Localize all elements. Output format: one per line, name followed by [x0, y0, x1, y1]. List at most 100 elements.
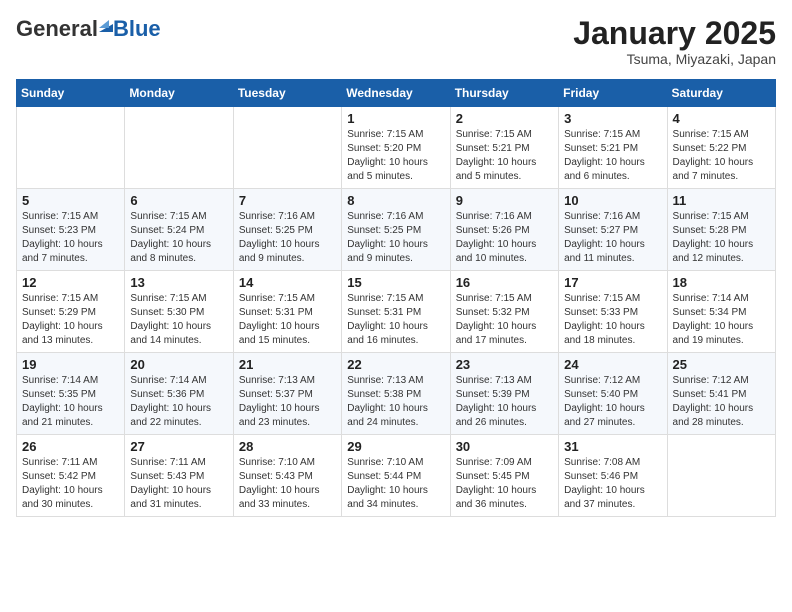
day-number: 17	[564, 275, 661, 290]
weekday-header: Friday	[559, 80, 667, 107]
day-number: 26	[22, 439, 119, 454]
calendar-day-cell: 9 Sunrise: 7:16 AM Sunset: 5:26 PM Daylig…	[450, 189, 558, 271]
calendar-day-cell	[667, 435, 775, 517]
day-info: Sunrise: 7:15 AM Sunset: 5:30 PM Dayligh…	[130, 292, 227, 348]
day-number: 13	[130, 275, 227, 290]
day-info: Sunrise: 7:15 AM Sunset: 5:33 PM Dayligh…	[564, 292, 661, 348]
day-info: Sunrise: 7:15 AM Sunset: 5:32 PM Dayligh…	[456, 292, 553, 348]
day-info: Sunrise: 7:15 AM Sunset: 5:24 PM Dayligh…	[130, 210, 227, 266]
logo-text: General Blue	[16, 16, 161, 42]
calendar-day-cell: 25Sunrise: 7:12 AM Sunset: 5:41 PM Dayli…	[667, 353, 775, 435]
calendar-day-cell: 10 Sunrise: 7:16 AM Sunset: 5:27 PM Dayli…	[559, 189, 667, 271]
calendar-week-row: 26 Sunrise: 7:11 AM Sunset: 5:42 PM Dayli…	[17, 435, 776, 517]
calendar-day-cell: 15Sunrise: 7:15 AM Sunset: 5:31 PM Dayli…	[342, 271, 450, 353]
logo-general: General	[16, 16, 98, 42]
day-number: 15	[347, 275, 444, 290]
day-info: Sunrise: 7:13 AM Sunset: 5:39 PM Dayligh…	[456, 374, 553, 430]
location: Tsuma, Miyazaki, Japan	[573, 51, 776, 67]
logo-blue: Blue	[113, 16, 161, 42]
day-info: Sunrise: 7:16 AM Sunset: 5:25 PM Dayligh…	[347, 210, 444, 266]
day-info: Sunrise: 7:13 AM Sunset: 5:38 PM Dayligh…	[347, 374, 444, 430]
day-number: 31	[564, 439, 661, 454]
calendar-day-cell: 21Sunrise: 7:13 AM Sunset: 5:37 PM Dayli…	[233, 353, 341, 435]
day-info: Sunrise: 7:10 AM Sunset: 5:44 PM Dayligh…	[347, 456, 444, 512]
day-info: Sunrise: 7:16 AM Sunset: 5:27 PM Dayligh…	[564, 210, 661, 266]
weekday-header: Wednesday	[342, 80, 450, 107]
calendar-day-cell: 16 Sunrise: 7:15 AM Sunset: 5:32 PM Dayli…	[450, 271, 558, 353]
calendar-day-cell: 18 Sunrise: 7:14 AM Sunset: 5:34 PM Dayli…	[667, 271, 775, 353]
calendar-day-cell: 23 Sunrise: 7:13 AM Sunset: 5:39 PM Dayli…	[450, 353, 558, 435]
day-number: 7	[239, 193, 336, 208]
day-info: Sunrise: 7:15 AM Sunset: 5:21 PM Dayligh…	[456, 128, 553, 184]
calendar-day-cell: 3 Sunrise: 7:15 AM Sunset: 5:21 PM Daylig…	[559, 107, 667, 189]
title-block: January 2025 Tsuma, Miyazaki, Japan	[573, 16, 776, 67]
calendar-day-cell: 14Sunrise: 7:15 AM Sunset: 5:31 PM Dayli…	[233, 271, 341, 353]
calendar-week-row: 12Sunrise: 7:15 AM Sunset: 5:29 PM Dayli…	[17, 271, 776, 353]
day-info: Sunrise: 7:11 AM Sunset: 5:43 PM Dayligh…	[130, 456, 227, 512]
day-info: Sunrise: 7:16 AM Sunset: 5:26 PM Dayligh…	[456, 210, 553, 266]
day-info: Sunrise: 7:09 AM Sunset: 5:45 PM Dayligh…	[456, 456, 553, 512]
weekday-header: Tuesday	[233, 80, 341, 107]
day-info: Sunrise: 7:12 AM Sunset: 5:40 PM Dayligh…	[564, 374, 661, 430]
day-number: 28	[239, 439, 336, 454]
day-number: 6	[130, 193, 227, 208]
day-number: 16	[456, 275, 553, 290]
calendar-day-cell: 7 Sunrise: 7:16 AM Sunset: 5:25 PM Daylig…	[233, 189, 341, 271]
day-number: 9	[456, 193, 553, 208]
calendar-table: SundayMondayTuesdayWednesdayThursdayFrid…	[16, 79, 776, 517]
calendar-day-cell: 19 Sunrise: 7:14 AM Sunset: 5:35 PM Dayli…	[17, 353, 125, 435]
day-number: 23	[456, 357, 553, 372]
calendar-day-cell: 13 Sunrise: 7:15 AM Sunset: 5:30 PM Dayli…	[125, 271, 233, 353]
calendar-day-cell: 31Sunrise: 7:08 AM Sunset: 5:46 PM Dayli…	[559, 435, 667, 517]
day-number: 8	[347, 193, 444, 208]
day-number: 1	[347, 111, 444, 126]
calendar-day-cell: 28Sunrise: 7:10 AM Sunset: 5:43 PM Dayli…	[233, 435, 341, 517]
calendar-day-cell: 11Sunrise: 7:15 AM Sunset: 5:28 PM Dayli…	[667, 189, 775, 271]
day-info: Sunrise: 7:15 AM Sunset: 5:21 PM Dayligh…	[564, 128, 661, 184]
logo: General Blue	[16, 16, 161, 42]
day-info: Sunrise: 7:13 AM Sunset: 5:37 PM Dayligh…	[239, 374, 336, 430]
calendar-week-row: 19 Sunrise: 7:14 AM Sunset: 5:35 PM Dayli…	[17, 353, 776, 435]
day-number: 30	[456, 439, 553, 454]
calendar-day-cell: 26 Sunrise: 7:11 AM Sunset: 5:42 PM Dayli…	[17, 435, 125, 517]
day-number: 18	[673, 275, 770, 290]
day-info: Sunrise: 7:11 AM Sunset: 5:42 PM Dayligh…	[22, 456, 119, 512]
day-info: Sunrise: 7:14 AM Sunset: 5:35 PM Dayligh…	[22, 374, 119, 430]
calendar-day-cell: 30 Sunrise: 7:09 AM Sunset: 5:45 PM Dayli…	[450, 435, 558, 517]
weekday-header: Thursday	[450, 80, 558, 107]
day-number: 11	[673, 193, 770, 208]
calendar-day-cell: 29 Sunrise: 7:10 AM Sunset: 5:44 PM Dayli…	[342, 435, 450, 517]
day-info: Sunrise: 7:15 AM Sunset: 5:20 PM Dayligh…	[347, 128, 444, 184]
day-number: 27	[130, 439, 227, 454]
calendar-day-cell: 6 Sunrise: 7:15 AM Sunset: 5:24 PM Daylig…	[125, 189, 233, 271]
calendar-day-cell: 8 Sunrise: 7:16 AM Sunset: 5:25 PM Daylig…	[342, 189, 450, 271]
logo-icon	[99, 18, 113, 32]
calendar-day-cell	[125, 107, 233, 189]
day-number: 10	[564, 193, 661, 208]
day-info: Sunrise: 7:15 AM Sunset: 5:23 PM Dayligh…	[22, 210, 119, 266]
month-title: January 2025	[573, 16, 776, 51]
calendar-day-cell: 5Sunrise: 7:15 AM Sunset: 5:23 PM Daylig…	[17, 189, 125, 271]
day-number: 20	[130, 357, 227, 372]
day-number: 22	[347, 357, 444, 372]
day-number: 3	[564, 111, 661, 126]
calendar-day-cell: 12Sunrise: 7:15 AM Sunset: 5:29 PM Dayli…	[17, 271, 125, 353]
day-number: 29	[347, 439, 444, 454]
calendar-day-cell: 24 Sunrise: 7:12 AM Sunset: 5:40 PM Dayli…	[559, 353, 667, 435]
calendar-week-row: 5Sunrise: 7:15 AM Sunset: 5:23 PM Daylig…	[17, 189, 776, 271]
weekday-header: Sunday	[17, 80, 125, 107]
day-info: Sunrise: 7:15 AM Sunset: 5:29 PM Dayligh…	[22, 292, 119, 348]
day-info: Sunrise: 7:16 AM Sunset: 5:25 PM Dayligh…	[239, 210, 336, 266]
calendar-day-cell: 1 Sunrise: 7:15 AM Sunset: 5:20 PM Daylig…	[342, 107, 450, 189]
calendar-day-cell: 17 Sunrise: 7:15 AM Sunset: 5:33 PM Dayli…	[559, 271, 667, 353]
calendar-header-row: SundayMondayTuesdayWednesdayThursdayFrid…	[17, 80, 776, 107]
calendar-day-cell: 2Sunrise: 7:15 AM Sunset: 5:21 PM Daylig…	[450, 107, 558, 189]
day-info: Sunrise: 7:14 AM Sunset: 5:34 PM Dayligh…	[673, 292, 770, 348]
calendar-day-cell	[17, 107, 125, 189]
calendar-day-cell: 27 Sunrise: 7:11 AM Sunset: 5:43 PM Dayli…	[125, 435, 233, 517]
day-number: 19	[22, 357, 119, 372]
day-info: Sunrise: 7:15 AM Sunset: 5:31 PM Dayligh…	[239, 292, 336, 348]
calendar-week-row: 1 Sunrise: 7:15 AM Sunset: 5:20 PM Daylig…	[17, 107, 776, 189]
day-number: 24	[564, 357, 661, 372]
calendar-day-cell	[233, 107, 341, 189]
